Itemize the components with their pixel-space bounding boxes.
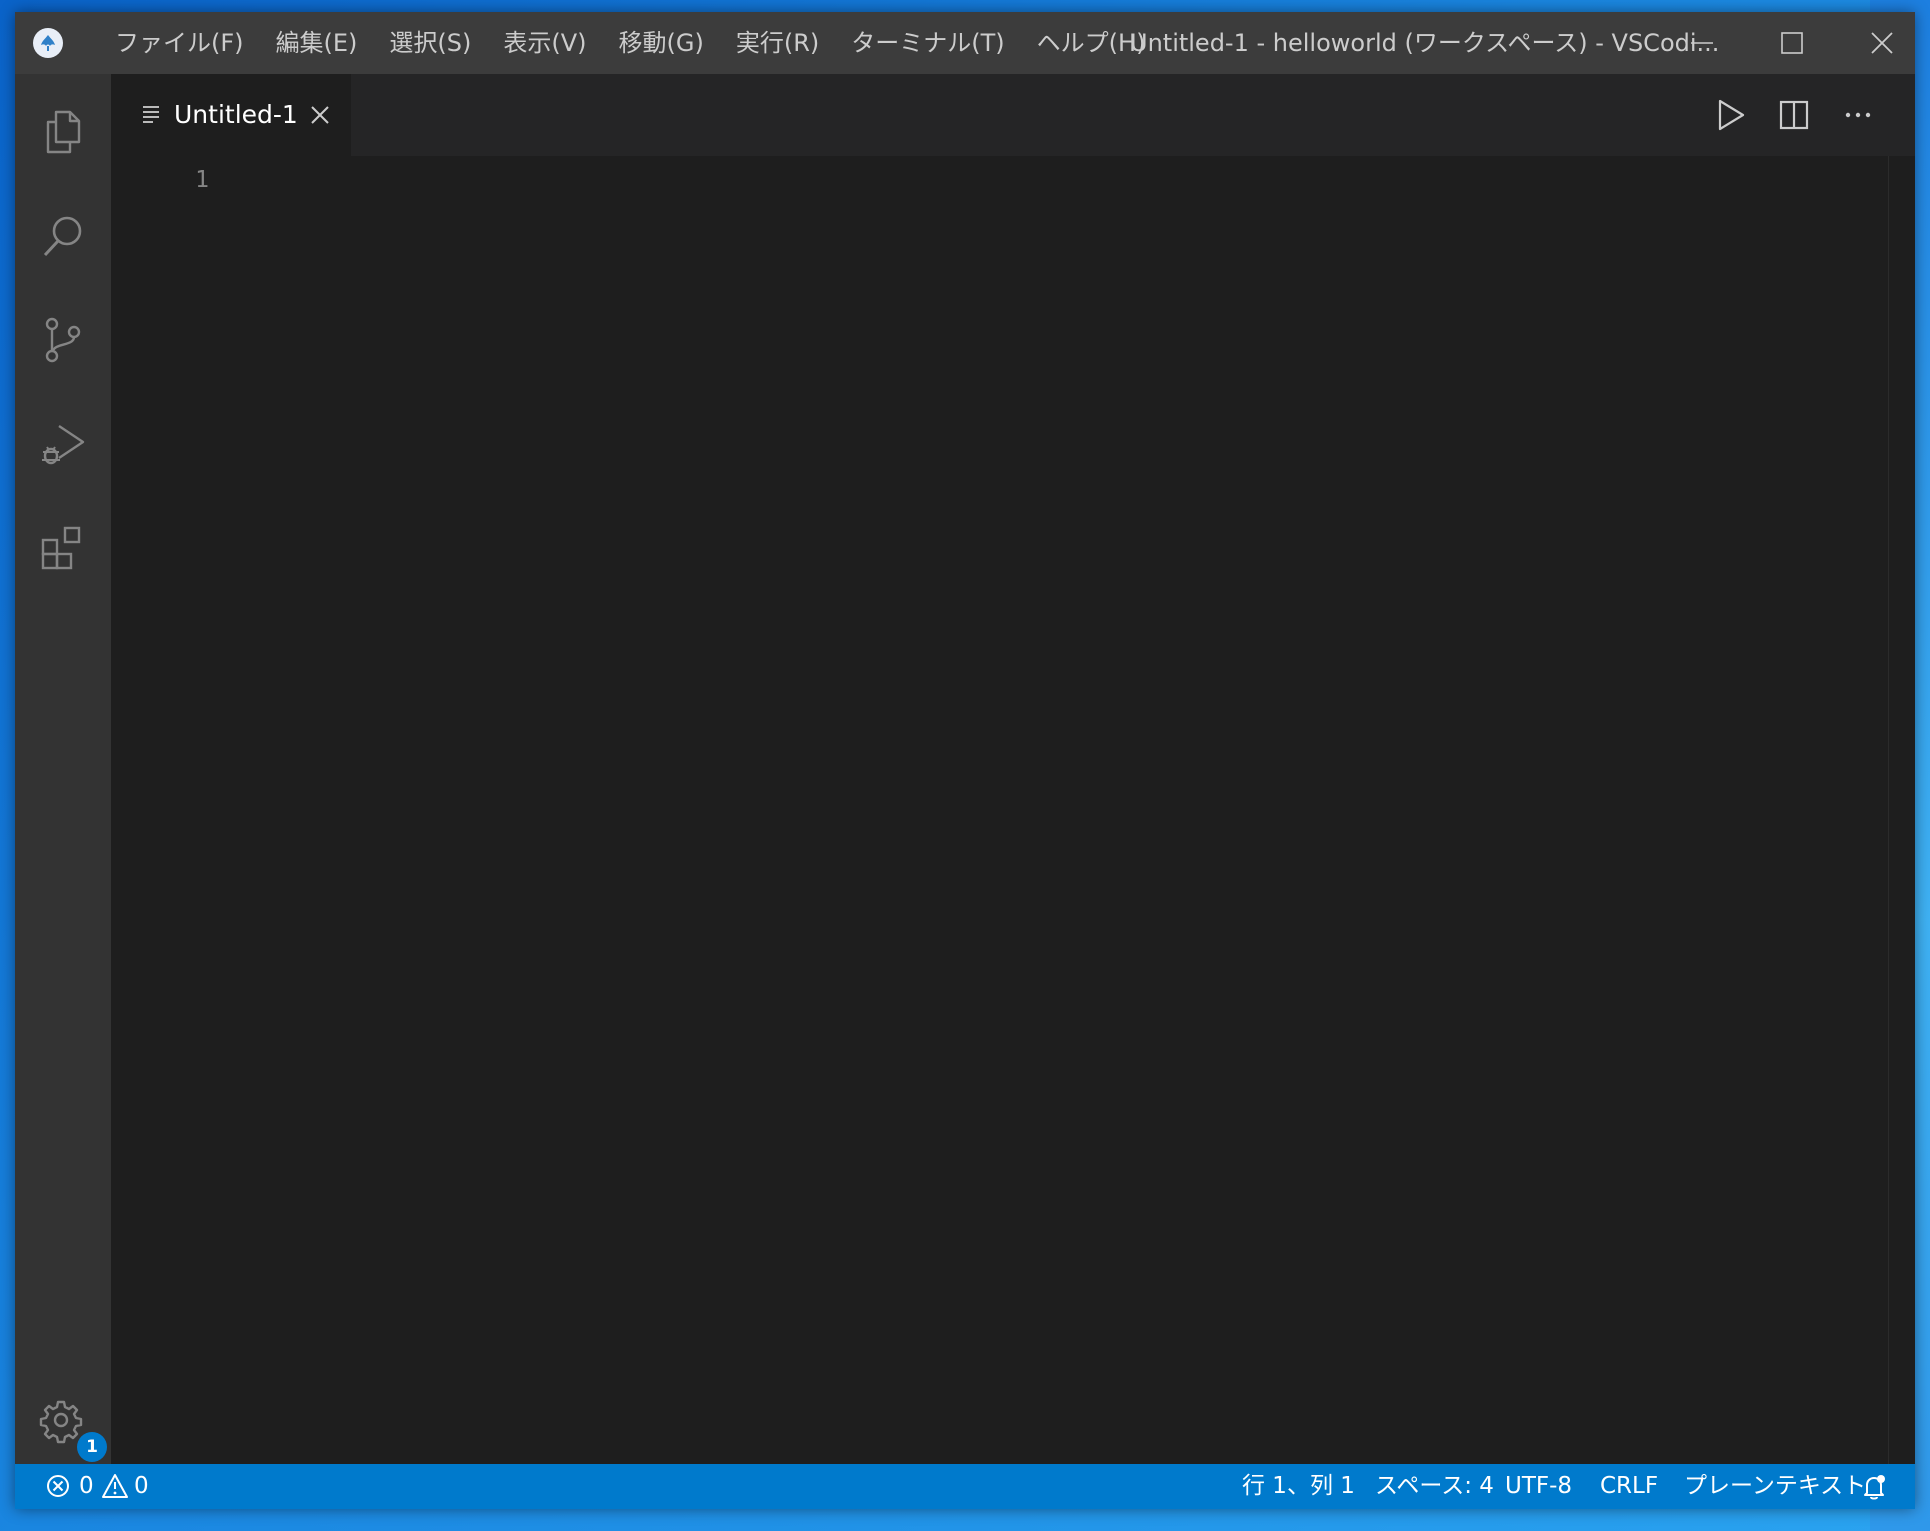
- app-logo-icon: [33, 28, 63, 58]
- editor-actions: [1695, 74, 1915, 156]
- ellipsis-icon: [1845, 112, 1871, 118]
- menu-terminal[interactable]: ターミナル(T): [835, 12, 1020, 74]
- manage-settings-button[interactable]: 1: [33, 1392, 107, 1462]
- language-mode[interactable]: プレーンテキスト: [1684, 1464, 1866, 1509]
- run-debug-button[interactable]: [33, 414, 93, 474]
- search-button[interactable]: [33, 206, 93, 266]
- menu-go[interactable]: 移動(G): [603, 12, 720, 74]
- line-number: 1: [195, 167, 209, 193]
- close-icon: [1871, 32, 1893, 54]
- plain-text-file-icon: [143, 106, 159, 123]
- split-editor-icon: [1779, 100, 1809, 130]
- warning-count[interactable]: 0: [134, 1464, 149, 1509]
- maximize-icon: [1781, 32, 1803, 54]
- encoding-setting[interactable]: UTF-8: [1505, 1464, 1572, 1509]
- close-icon: [311, 106, 329, 124]
- close-window-button[interactable]: [1837, 12, 1915, 74]
- vertical-scrollbar[interactable]: [1888, 156, 1915, 1464]
- error-icon: [47, 1475, 69, 1497]
- bell-notification-icon[interactable]: [1860, 1473, 1888, 1501]
- editor-tabs-bar: Untitled-1: [111, 74, 1915, 156]
- menu-file[interactable]: ファイル(F): [99, 12, 260, 74]
- error-count[interactable]: 0: [79, 1464, 94, 1509]
- menu-edit[interactable]: 編集(E): [260, 12, 374, 74]
- cursor-position[interactable]: 行 1、列 1: [1242, 1464, 1355, 1509]
- tab-untitled-1[interactable]: Untitled-1: [111, 74, 351, 156]
- warning-icon: [102, 1474, 128, 1498]
- play-icon: [1718, 99, 1745, 131]
- minimize-icon: [1691, 42, 1713, 44]
- settings-update-badge: 1: [77, 1432, 107, 1462]
- indentation-setting[interactable]: スペース: 4: [1375, 1464, 1494, 1509]
- status-bar: 0 0 行 1、列 1 スペース: 4 UTF-8 CRLF プレーンテキスト: [15, 1464, 1915, 1509]
- eol-setting[interactable]: CRLF: [1600, 1464, 1658, 1509]
- run-debug-icon: [42, 425, 85, 465]
- extensions-icon: [41, 526, 81, 570]
- window-title: Untitled-1 - helloworld (ワークスペース) - VSCo…: [1130, 29, 1720, 57]
- maximize-button[interactable]: [1747, 12, 1837, 74]
- tab-close-button[interactable]: [307, 102, 333, 128]
- title-bar: ファイル(F) 編集(E) 選択(S) 表示(V) 移動(G) 実行(R) ター…: [15, 12, 1915, 74]
- menu-bar: ファイル(F) 編集(E) 選択(S) 表示(V) 移動(G) 実行(R) ター…: [99, 12, 1161, 74]
- source-control-button[interactable]: [33, 310, 93, 370]
- menu-selection[interactable]: 選択(S): [373, 12, 487, 74]
- minimize-button[interactable]: [1657, 12, 1747, 74]
- search-icon: [43, 216, 82, 257]
- extensions-button[interactable]: [33, 518, 93, 578]
- split-editor-button[interactable]: [1775, 96, 1813, 134]
- explorer-icon: [46, 110, 81, 154]
- source-control-icon: [45, 317, 81, 363]
- menu-run[interactable]: 実行(R): [720, 12, 835, 74]
- menu-view[interactable]: 表示(V): [487, 12, 602, 74]
- run-code-button[interactable]: [1711, 96, 1749, 134]
- tab-label: Untitled-1: [174, 100, 298, 129]
- more-actions-button[interactable]: [1839, 96, 1877, 134]
- vscodium-window: ファイル(F) 編集(E) 選択(S) 表示(V) 移動(G) 実行(R) ター…: [15, 12, 1915, 1509]
- explorer-button[interactable]: [33, 102, 93, 162]
- activity-bar: 1: [15, 74, 111, 1464]
- text-editor[interactable]: 1: [111, 156, 1915, 1464]
